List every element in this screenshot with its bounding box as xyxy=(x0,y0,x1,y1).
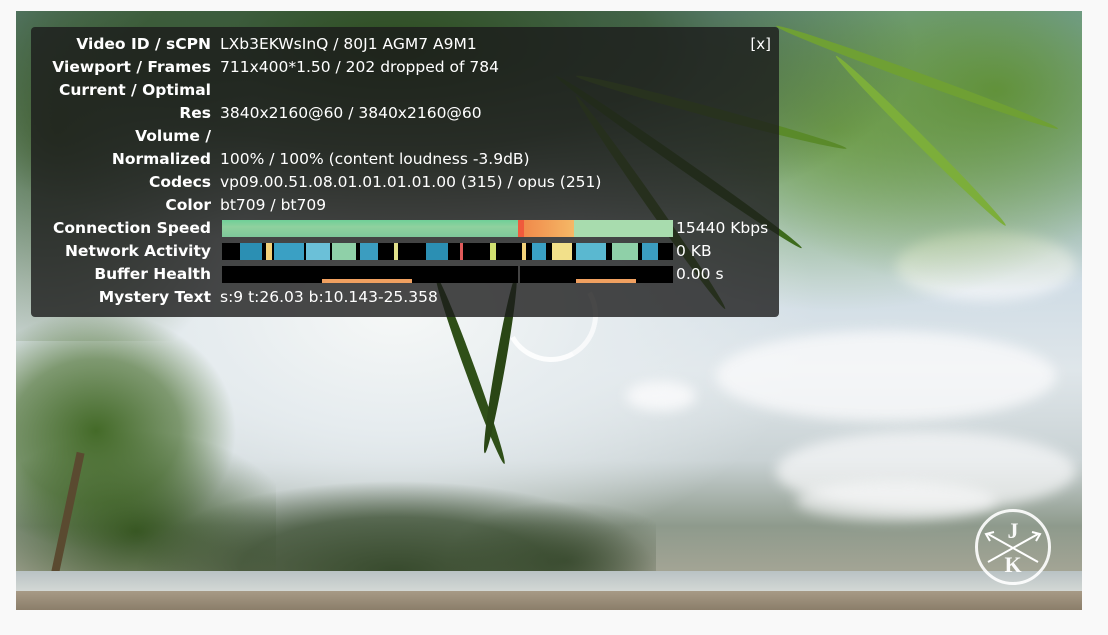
stat-value: bt709 / bt709 xyxy=(220,196,327,214)
network-activity-graph xyxy=(222,243,673,260)
channel-watermark[interactable]: J K xyxy=(975,509,1051,585)
buffer-health-graph xyxy=(222,266,673,283)
stat-label: Color xyxy=(165,196,211,214)
hills xyxy=(136,451,656,591)
stat-value: s:9 t:26.03 b:10.143-25.358 xyxy=(220,288,438,306)
stat-row-normalized: Normalized 100% / 100% (content loudness… xyxy=(31,148,779,170)
stat-row-codecs: Codecs vp09.00.51.08.01.01.01.01.00 (315… xyxy=(31,171,779,193)
stat-label: Codecs xyxy=(148,173,211,191)
stat-value: 711x400*1.50 / 202 dropped of 784 xyxy=(220,58,499,76)
stat-value: 3840x2160@60 / 3840x2160@60 xyxy=(220,104,482,122)
stat-value: 0 KB xyxy=(676,242,712,260)
stats-for-nerds-panel: [x] Video ID / sCPN LXb3EKWsInQ / 80J1 A… xyxy=(31,27,779,317)
stat-label: Normalized xyxy=(111,150,211,168)
stat-label: Viewport / Frames xyxy=(52,58,211,76)
stat-value: 100% / 100% (content loudness -3.9dB) xyxy=(220,150,530,168)
stat-row-buffer-health: Buffer Health 0.00 s xyxy=(31,263,779,285)
stat-row-color: Color bt709 / bt709 xyxy=(31,194,779,216)
stat-label: Res xyxy=(179,104,211,122)
stat-label: Video ID / sCPN xyxy=(76,35,211,53)
stat-value: 15440 Kbps xyxy=(676,219,769,237)
connection-speed-graph xyxy=(222,220,673,237)
stat-row-connection-speed: Connection Speed 15440 Kbps xyxy=(31,217,779,239)
stat-label: Mystery Text xyxy=(98,288,211,306)
stat-label: Connection Speed xyxy=(53,219,211,237)
cloud xyxy=(716,331,1056,421)
stat-row-volume: Volume / xyxy=(31,125,779,147)
stat-value: 0.00 s xyxy=(676,265,724,283)
stat-value: LXb3EKWsInQ / 80J1 AGM7 A9M1 xyxy=(220,35,477,53)
stat-label: Current / Optimal xyxy=(58,81,211,99)
stat-row-current-optimal: Current / Optimal xyxy=(31,79,779,101)
stat-row-mystery-text: Mystery Text s:9 t:26.03 b:10.143-25.358 xyxy=(31,286,779,308)
beach xyxy=(16,591,1082,610)
stat-row-video-id: Video ID / sCPN LXb3EKWsInQ / 80J1 AGM7 … xyxy=(31,33,779,55)
cloud xyxy=(796,481,996,521)
stat-label: Volume / xyxy=(135,127,211,145)
stat-row-res: Res 3840x2160@60 / 3840x2160@60 xyxy=(31,102,779,124)
stat-row-network-activity: Network Activity 0 KB xyxy=(31,240,779,262)
stat-label: Network Activity xyxy=(64,242,211,260)
cloud xyxy=(626,381,696,411)
stat-row-viewport: Viewport / Frames 711x400*1.50 / 202 dro… xyxy=(31,56,779,78)
watermark-letter: K xyxy=(1004,552,1022,577)
stat-label: Buffer Health xyxy=(94,265,211,283)
stat-value: vp09.00.51.08.01.01.01.01.00 (315) / opu… xyxy=(220,173,602,191)
